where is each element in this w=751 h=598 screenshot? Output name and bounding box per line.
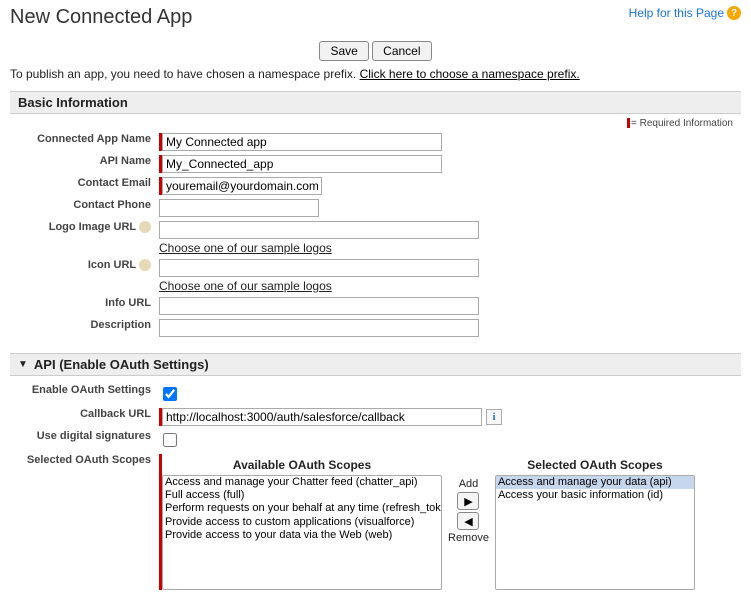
add-scope-button[interactable]: ▶ [457, 492, 479, 510]
scope-option[interactable]: Access your basic information (id) [496, 489, 694, 502]
label-enable-oauth: Enable OAuth Settings [10, 382, 155, 406]
info-icon [139, 259, 151, 271]
scope-option[interactable]: Provide access to custom applications (v… [163, 516, 441, 529]
info-url-input[interactable] [159, 297, 479, 315]
scope-option[interactable]: Provide access to your data via the Web … [163, 529, 441, 542]
label-digital-sig: Use digital signatures [10, 428, 155, 452]
namespace-msg-text: To publish an app, you need to have chos… [10, 67, 360, 81]
basic-form: Connected App Name API Name Contact Emai… [10, 131, 741, 339]
sample-logos-link[interactable]: Choose one of our sample logos [159, 241, 332, 255]
section-api[interactable]: ▼ API (Enable OAuth Settings) [10, 353, 741, 376]
logo-url-input[interactable] [159, 221, 479, 239]
required-legend: = Required Information [10, 114, 741, 131]
scope-option[interactable]: Access and manage your Chatter feed (cha… [163, 476, 441, 489]
label-api-name: API Name [10, 153, 155, 175]
help-link[interactable]: Help for this Page ? [629, 6, 741, 20]
cancel-button[interactable]: Cancel [372, 41, 431, 61]
label-scopes: Selected OAuth Scopes [10, 452, 155, 592]
section-basic-label: Basic Information [18, 95, 128, 110]
label-icon-url: Icon URL [10, 257, 155, 295]
label-contact-email: Contact Email [10, 175, 155, 197]
selected-scopes-list[interactable]: Access and manage your data (api)Access … [495, 475, 695, 590]
help-link-label: Help for this Page [629, 6, 724, 20]
description-input[interactable] [159, 319, 479, 337]
label-app-name: Connected App Name [10, 131, 155, 153]
available-scopes-list[interactable]: Access and manage your Chatter feed (cha… [162, 475, 442, 590]
required-bar-icon [627, 118, 630, 128]
enable-oauth-checkbox[interactable] [163, 387, 177, 401]
add-label: Add [459, 478, 479, 490]
info-icon [139, 221, 151, 233]
contact-email-input[interactable] [162, 177, 322, 195]
scope-option[interactable]: Access and manage your data (api) [496, 476, 694, 489]
save-button[interactable]: Save [319, 41, 368, 61]
label-callback-url: Callback URL [10, 406, 155, 428]
label-contact-phone: Contact Phone [10, 197, 155, 219]
section-api-label: API (Enable OAuth Settings) [34, 357, 209, 372]
api-name-input[interactable] [162, 155, 442, 173]
remove-scope-button[interactable]: ◀ [457, 512, 479, 530]
callback-url-input[interactable] [162, 408, 482, 426]
remove-label: Remove [448, 532, 489, 544]
help-icon: ? [727, 6, 741, 20]
label-description: Description [10, 317, 155, 339]
page-title: New Connected App [10, 6, 192, 29]
namespace-message: To publish an app, you need to have chos… [10, 67, 741, 81]
app-name-input[interactable] [162, 133, 442, 151]
label-info-url: Info URL [10, 295, 155, 317]
available-scopes-title: Available OAuth Scopes [233, 458, 371, 472]
selected-scopes-title: Selected OAuth Scopes [527, 458, 662, 472]
action-bar: Save Cancel [10, 41, 741, 61]
scope-option[interactable]: Full access (full) [163, 489, 441, 502]
api-form: Enable OAuth Settings Callback URL i Use… [10, 382, 741, 592]
digital-sig-checkbox[interactable] [163, 433, 177, 447]
section-basic-info: Basic Information [10, 91, 741, 114]
label-logo-url: Logo Image URL [10, 219, 155, 257]
icon-url-input[interactable] [159, 259, 479, 277]
namespace-link[interactable]: Click here to choose a namespace prefix. [360, 67, 580, 81]
info-icon[interactable]: i [486, 409, 502, 425]
chevron-down-icon: ▼ [18, 359, 28, 370]
contact-phone-input[interactable] [159, 199, 319, 217]
scope-option[interactable]: Perform requests on your behalf at any t… [163, 502, 441, 515]
sample-logos-link-2[interactable]: Choose one of our sample logos [159, 279, 332, 293]
